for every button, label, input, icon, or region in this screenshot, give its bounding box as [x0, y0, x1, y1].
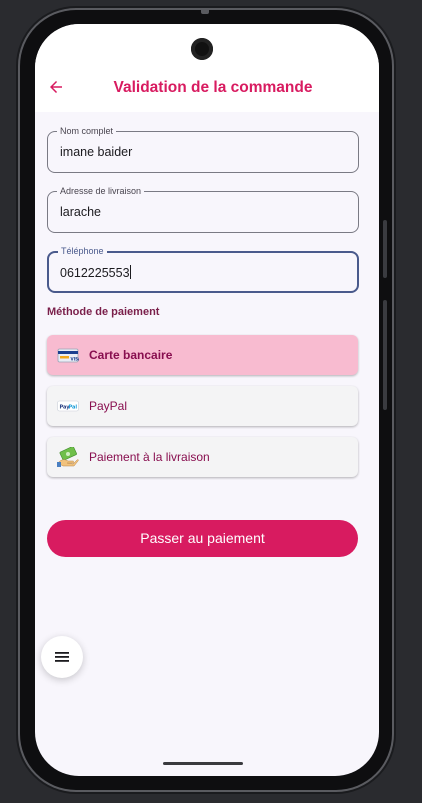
payment-option-card[interactable]: VISA Carte bancaire — [47, 335, 358, 375]
phone-top-notch — [201, 8, 209, 14]
payment-option-cash-label: Paiement à la livraison — [89, 450, 210, 464]
volume-button — [383, 300, 387, 410]
phone-field[interactable]: Téléphone 0612225553 — [47, 244, 359, 293]
payment-option-cash[interactable]: Paiement à la livraison — [47, 437, 358, 477]
text-caret — [129, 265, 131, 279]
payment-option-paypal-label: PayPal — [89, 399, 128, 413]
svg-text:VISA: VISA — [71, 357, 80, 362]
svg-text:Pal: Pal — [69, 404, 78, 410]
address-value: larache — [60, 205, 101, 219]
address-label: Adresse de livraison — [57, 184, 145, 198]
home-indicator[interactable] — [163, 762, 243, 765]
full-name-field[interactable]: Nom complet imane baider — [47, 124, 359, 173]
proceed-to-payment-button[interactable]: Passer au paiement — [47, 520, 358, 557]
cash-icon — [57, 447, 79, 467]
payment-option-card-label: Carte bancaire — [89, 348, 173, 362]
paypal-icon: Pay Pal — [57, 400, 79, 412]
front-camera — [191, 38, 213, 60]
page-title: Validation de la commande — [113, 79, 313, 96]
phone-value-wrap: 0612225553 — [60, 265, 131, 280]
credit-card-icon: VISA — [57, 348, 80, 363]
app-bar: Validation de la commande — [35, 24, 379, 112]
payment-option-paypal[interactable]: Pay Pal PayPal — [47, 386, 358, 426]
power-button — [383, 220, 387, 278]
menu-icon — [55, 652, 69, 662]
payment-method-title: Méthode de paiement — [47, 306, 160, 318]
menu-fab[interactable] — [41, 636, 83, 678]
phone-label: Téléphone — [58, 244, 107, 258]
phone-value: 0612225553 — [60, 266, 130, 280]
phone-screen: Validation de la commande Nom complet im… — [35, 24, 379, 776]
full-name-value: imane baider — [60, 145, 133, 159]
address-field[interactable]: Adresse de livraison larache — [47, 184, 359, 233]
full-name-label: Nom complet — [57, 124, 117, 138]
